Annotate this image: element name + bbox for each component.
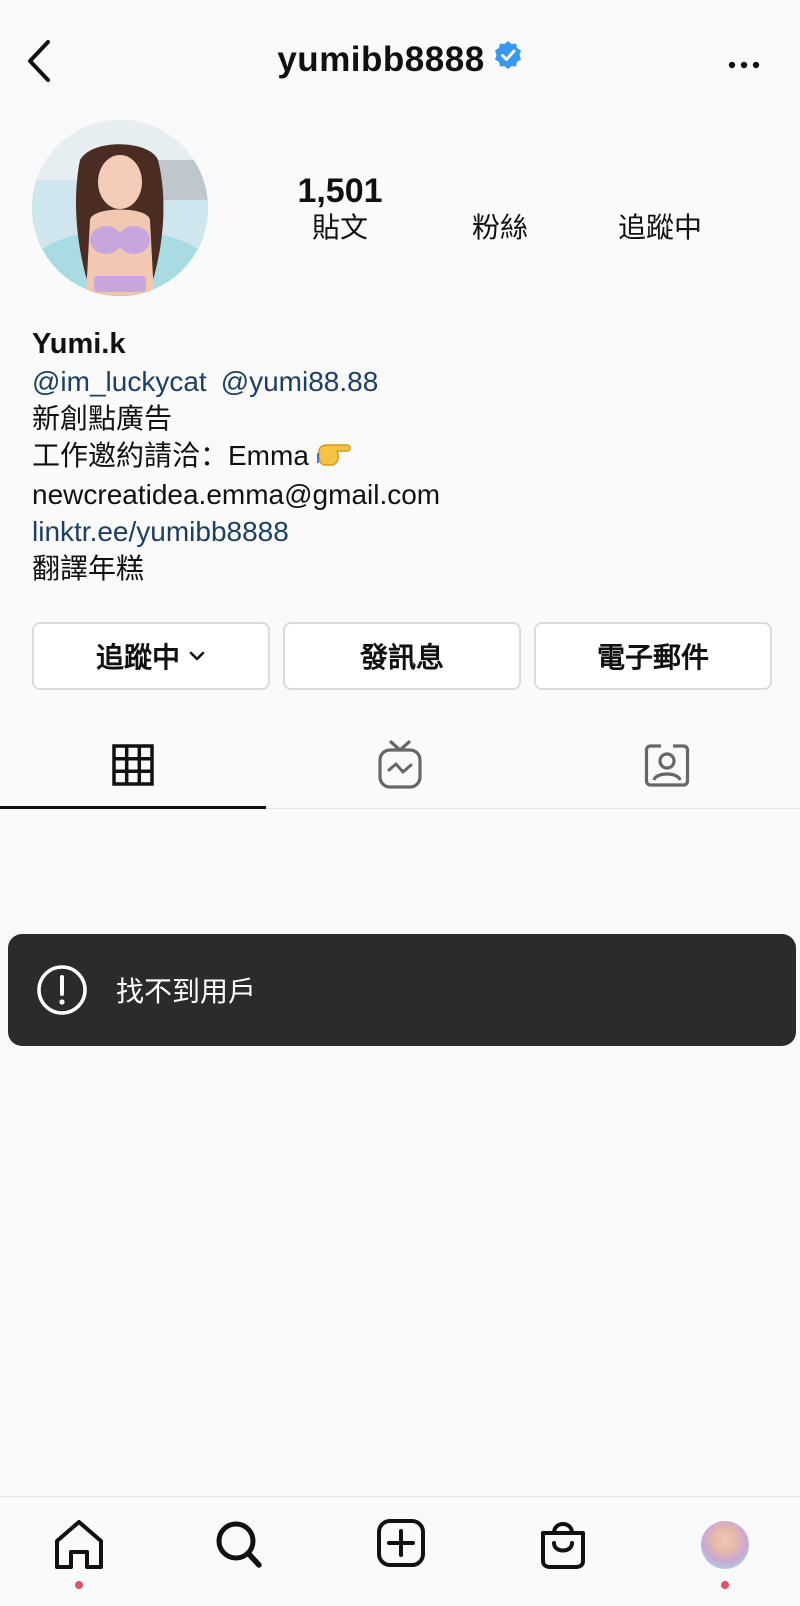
message-button-label: 發訊息: [359, 642, 444, 673]
following-button-label: 追蹤中: [95, 642, 180, 673]
search-icon: [216, 1521, 262, 1568]
grid-icon: [112, 744, 154, 786]
verified-badge-icon: [493, 39, 523, 79]
notification-dot: [721, 1581, 729, 1589]
posts-label: 貼文: [311, 212, 368, 243]
email-button-label: 電子郵件: [596, 642, 709, 673]
website-link[interactable]: linktr.ee/yumibb8888: [32, 513, 772, 550]
igtv-icon: [378, 740, 422, 789]
profile-stats: 1,501 貼文 粉絲 追蹤中: [270, 172, 750, 252]
message-button[interactable]: 發訊息: [283, 622, 521, 690]
tagged-icon: [644, 744, 690, 787]
display-name: Yumi.k: [32, 328, 126, 360]
notification-dot: [75, 1581, 83, 1589]
tab-posts-grid[interactable]: [0, 722, 266, 809]
profile-header: yumibb8888: [0, 40, 800, 80]
profile-avatar-mini: [701, 1521, 749, 1569]
tab-tagged[interactable]: [534, 722, 800, 808]
posts-count: 1,501: [297, 172, 383, 210]
error-toast: 找不到用戶: [8, 934, 796, 1046]
bio-contact-line: 工作邀約請洽：Emma: [32, 437, 772, 476]
following-count: [590, 172, 730, 210]
alert-icon: [37, 965, 87, 1015]
nav-shop[interactable]: [528, 1517, 598, 1597]
profile-avatar[interactable]: [32, 120, 208, 296]
nav-profile[interactable]: [690, 1517, 760, 1597]
top-bar: yumibb8888: [0, 0, 800, 120]
nav-home[interactable]: [44, 1517, 114, 1597]
tab-igtv[interactable]: [267, 722, 533, 808]
followers-stat[interactable]: 粉絲: [430, 172, 570, 246]
more-options-button[interactable]: [724, 50, 764, 80]
username-title: yumibb8888: [277, 40, 485, 79]
pointing-hand-icon: [316, 439, 355, 476]
profile-bio: Yumi.k @im_luckycat @yumi88.88 新創點廣告 工作邀約…: [32, 326, 772, 587]
mentions-line: @im_luckycat @yumi88.88: [32, 363, 772, 400]
chevron-down-icon: [189, 651, 205, 661]
profile-photo: [32, 120, 208, 296]
email-button[interactable]: 電子郵件: [534, 622, 772, 690]
bottom-nav: [0, 1496, 800, 1606]
profile-actions: 追蹤中 發訊息 電子郵件: [32, 622, 772, 692]
toast-message: 找不到用戶: [116, 976, 257, 1007]
posts-stat[interactable]: 1,501 貼文: [270, 172, 410, 246]
shop-icon: [541, 1522, 585, 1569]
followers-label: 粉絲: [471, 212, 528, 243]
mention-link[interactable]: @yumi88.88: [221, 366, 379, 397]
mention-link[interactable]: @im_luckycat: [32, 366, 207, 397]
bio-line: 翻譯年糕: [32, 553, 145, 585]
following-label: 追蹤中: [617, 212, 702, 243]
nav-new-post[interactable]: [366, 1517, 436, 1597]
nav-search[interactable]: [204, 1517, 274, 1597]
profile-tabs: [0, 722, 800, 809]
contact-email[interactable]: newcreatidea.emma@gmail.com: [32, 476, 772, 513]
more-dots-icon: [728, 61, 760, 69]
followers-count: [430, 172, 570, 210]
home-icon: [55, 1520, 103, 1569]
new-post-icon: [377, 1519, 425, 1567]
bio-line: 工作邀約請洽：Emma: [32, 440, 309, 471]
bio-line: 新創點廣告: [32, 403, 173, 434]
following-stat[interactable]: 追蹤中: [590, 172, 730, 246]
following-button[interactable]: 追蹤中: [32, 622, 270, 690]
